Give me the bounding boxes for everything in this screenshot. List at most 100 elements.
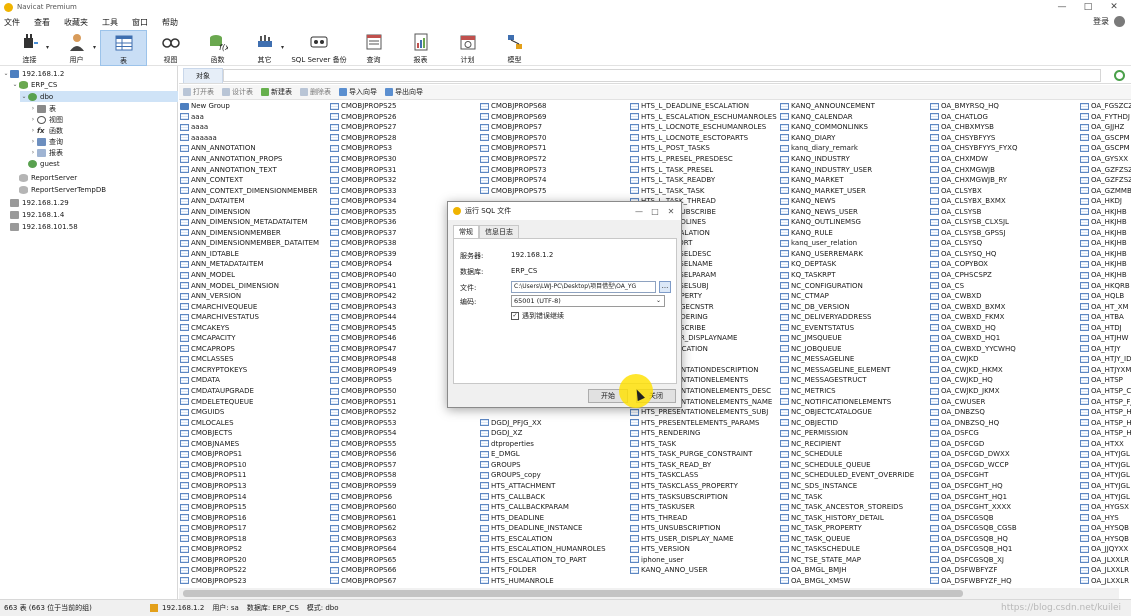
table-item[interactable]: OA_COPYBOX [930,259,1080,270]
table-item[interactable]: CMOBJPROPS7 [480,122,630,133]
table-item[interactable]: OA_GZFZSZ [1080,164,1131,175]
table-item[interactable]: CMOBJPROPS26 [330,112,480,123]
table-item[interactable]: OA_CWBXD_YYCWHQ [930,344,1080,355]
toolbar-button-4[interactable]: f(x) 函数 [194,30,241,66]
table-item[interactable]: OA_HQLB [1080,291,1131,302]
table-item[interactable]: OA_CWBXD_HQ1 [930,333,1080,344]
table-item[interactable]: OA_CS [930,280,1080,291]
table-item[interactable]: ANN_DIMENSIONMEMBER [180,228,330,239]
table-item[interactable]: ANN_ANNOTATION_PROPS [180,154,330,165]
table-item[interactable]: CMOBJPROPS54 [330,428,480,439]
table-item[interactable]: OA_HTJY [1080,344,1131,355]
table-item[interactable]: HTS_L_LOCNOTE_ESCHUMANROLES [630,122,780,133]
table-item[interactable]: OA_HKJHB [1080,228,1131,239]
table-item[interactable]: OA_CLSYSB_GPSSJ [930,228,1080,239]
table-item[interactable]: NC_TASK [780,491,930,502]
table-item[interactable]: CMOBJPROPS14 [180,491,330,502]
table-item[interactable]: ANN_DIMENSION [180,206,330,217]
table-item[interactable]: kanq_user_relation [780,238,930,249]
menu-tools[interactable]: 工具 [102,17,118,28]
table-item[interactable]: OA_CHSYBFYYS [930,133,1080,144]
account-icon[interactable] [1114,16,1125,27]
table-item[interactable]: KQ_TASKRPT [780,270,930,281]
tree-node[interactable]: 192.168.1.4 [2,209,178,220]
menu-window[interactable]: 窗口 [132,17,148,28]
table-item[interactable]: HTS_L_LOCNOTE_ESCTOPARTS [630,133,780,144]
table-item[interactable]: CMLOCALES [180,417,330,428]
table-item[interactable]: ANN_VERSION [180,291,330,302]
table-item[interactable]: OA_CLSYSB [930,206,1080,217]
table-item[interactable]: OA_GZMMB [1080,185,1131,196]
table-item[interactable]: CMOBJPROPS69 [480,112,630,123]
table-item[interactable]: HTS_L_PRESEL_PRESDESC [630,154,780,165]
table-item[interactable]: CMOBJPROPS22 [180,565,330,576]
table-item[interactable]: OA_HTBA [1080,312,1131,323]
table-item[interactable]: OA_DSFCGD_DWXX [930,449,1080,460]
table-item[interactable]: HTS_ESCALATION_TO_PART [480,555,630,566]
table-item[interactable]: NC_CTMAP [780,291,930,302]
table-item[interactable]: OA_CWBXD_FKMX [930,312,1080,323]
table-item[interactable]: OA_DSFWBFYZF [930,565,1080,576]
table-item[interactable]: OA_FGSZCZ [1080,101,1131,112]
table-item[interactable]: OA_JJQYXX [1080,544,1131,555]
table-item[interactable]: CMOBJPROPS67 [330,576,480,587]
table-item[interactable]: HTS_UNSUBSCRIPTION [630,523,780,534]
table-item[interactable]: KANQ_COMMONLINKS [780,122,930,133]
table-item[interactable]: NC_SDS_INSTANCE [780,481,930,492]
caret-down-icon[interactable]: ▾ [281,44,284,51]
table-item[interactable]: OA_HYSQB [1080,523,1131,534]
table-item[interactable]: NC_MESSAGELINE [780,354,930,365]
expand-arrow-icon[interactable]: ⌄ [2,70,10,77]
table-item[interactable]: OA_HTSP_HQ [1080,407,1131,418]
table-item[interactable]: CMOBJPROPS63 [330,533,480,544]
table-item[interactable]: HTS_CALLBACKPARAM [480,502,630,513]
tree-node[interactable]: › 查询 [29,136,178,147]
browse-button[interactable]: ... [659,281,671,293]
table-item[interactable]: NC_SCHEDULED_EVENT_OVERRIDE [780,470,930,481]
table-item[interactable]: ANN_CONTEXT_DIMENSIONMEMBER [180,185,330,196]
table-item[interactable]: CMDATAUPGRADE [180,386,330,397]
table-item[interactable]: CMOBJNAMES [180,439,330,450]
table-item[interactable]: CMOBJPROPS16 [180,512,330,523]
table-item[interactable]: NC_TASK_ANCESTOR_STOREIDS [780,502,930,513]
tree-node[interactable]: ⌄ 192.168.1.2 [2,68,178,79]
table-item[interactable]: OA_BMYRSQ_HQ [930,101,1080,112]
table-item[interactable]: CMOBJPROPS64 [330,544,480,555]
table-item[interactable]: HTS_TASKCLASS [630,470,780,481]
table-item[interactable]: OA_HTXX [1080,439,1131,450]
table-item[interactable]: NC_SCHEDULE_QUEUE [780,460,930,471]
table-item[interactable]: OA_HTJY_ID [1080,354,1131,365]
table-item[interactable]: kanq_diary_remark [780,143,930,154]
horizontal-scrollbar[interactable] [179,588,1119,599]
continue-on-error-checkbox[interactable]: ✓ 遇到错误继续 [511,311,564,321]
tree-node[interactable]: › 表 [29,103,178,114]
table-item[interactable]: OA_CHXMDW [930,154,1080,165]
table-item[interactable]: NC_CONFIGURATION [780,280,930,291]
table-item[interactable]: OA_HYS [1080,512,1131,523]
table-item[interactable]: HTS_TASK [630,439,780,450]
table-item[interactable]: ANN_DIMENSION_METADATAITEM [180,217,330,228]
table-item[interactable]: NC_MESSAGESTRUCT [780,375,930,386]
table-item[interactable]: OA_HTSP_FJ [1080,396,1131,407]
table-item[interactable]: CMOBJPROPS15 [180,502,330,513]
table-item[interactable]: CMCAPACITY [180,333,330,344]
table-item[interactable]: OA_CPHSCSPZ [930,270,1080,281]
table-item[interactable]: HTS_PRESENTATIONELEMENTS_SUBJ [630,407,780,418]
table-item[interactable]: HTS_TASKSUBSCRIPTION [630,491,780,502]
table-item[interactable]: DGDJ_XZ [480,428,630,439]
table-item[interactable]: OA_HYSQB [1080,533,1131,544]
expand-arrow-icon[interactable]: › [29,149,37,156]
tree-node[interactable]: ReportServerTempDB [11,184,178,195]
table-item[interactable]: CMOBJPROPS56 [330,449,480,460]
table-item[interactable]: NC_PERMISSION [780,428,930,439]
table-item[interactable]: OA_FYTHDJ [1080,112,1131,123]
table-item[interactable]: OA_HTYJGL [1080,491,1131,502]
table-item[interactable]: ANN_MODEL [180,270,330,281]
table-item[interactable]: OA_DSFCGHT_HQ1 [930,491,1080,502]
table-item[interactable]: HTS_L_TASK_READBY [630,175,780,186]
object-toolbar-button-3[interactable]: 删除表 [300,87,331,97]
table-item[interactable]: CMOBJPROPS11 [180,470,330,481]
tree-node[interactable]: guest [20,158,178,169]
table-item[interactable]: HTS_L_TASK_TASK [630,185,780,196]
table-item[interactable]: CMOBJPROPS30 [330,154,480,165]
